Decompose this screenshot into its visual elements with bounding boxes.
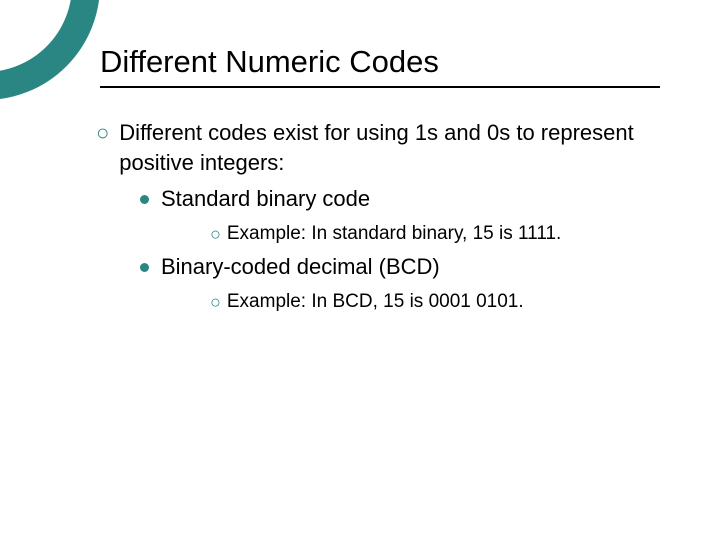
lvl1-text: Different codes exist for using 1s and 0…	[119, 118, 680, 178]
list-item: Standard binary code	[140, 184, 680, 214]
list-item: ○ Example: In standard binary, 15 is 111…	[210, 220, 680, 248]
bullet-level-2: Standard binary code ○ Example: In stand…	[140, 184, 680, 316]
ring-bullet-icon: ○	[96, 118, 109, 148]
ring-bullet-icon: ○	[210, 220, 221, 248]
lvl3-text: Example: In BCD, 15 is 0001 0101.	[227, 288, 524, 316]
list-item: Binary-coded decimal (BCD)	[140, 252, 680, 282]
title-underline	[100, 86, 660, 88]
list-item: ○ Different codes exist for using 1s and…	[96, 118, 680, 178]
dot-bullet-icon	[140, 195, 149, 204]
lvl2-text: Standard binary code	[161, 184, 370, 214]
list-item: ○ Example: In BCD, 15 is 0001 0101.	[210, 288, 680, 316]
bullet-level-3: ○ Example: In BCD, 15 is 0001 0101.	[210, 288, 680, 316]
lvl2-text: Binary-coded decimal (BCD)	[161, 252, 440, 282]
lvl3-text: Example: In standard binary, 15 is 1111.	[227, 220, 561, 248]
slide-content: Different Numeric Codes ○ Different code…	[0, 0, 720, 540]
bullet-level-3: ○ Example: In standard binary, 15 is 111…	[210, 220, 680, 248]
ring-bullet-icon: ○	[210, 288, 221, 316]
bullet-level-1: ○ Different codes exist for using 1s and…	[96, 118, 680, 316]
dot-bullet-icon	[140, 263, 149, 272]
slide-title: Different Numeric Codes	[100, 44, 680, 80]
